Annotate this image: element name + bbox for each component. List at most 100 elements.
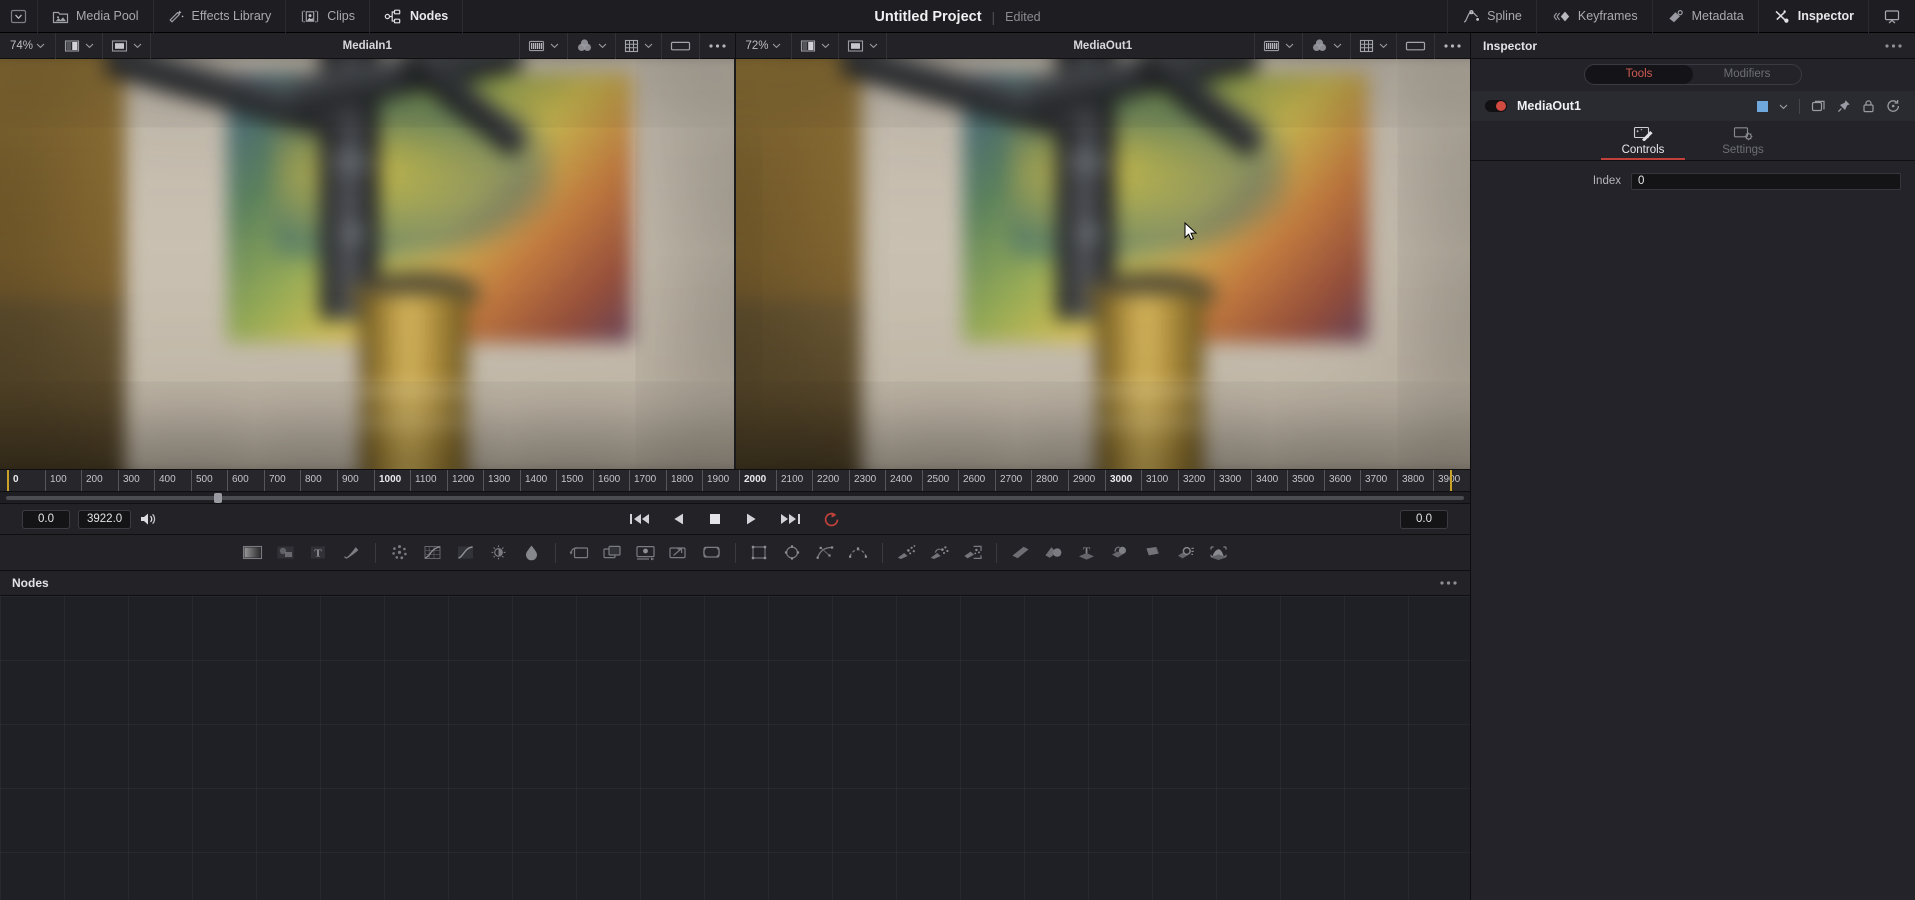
chevron-down-icon[interactable]	[821, 41, 830, 50]
split-view-icon[interactable]	[64, 39, 80, 53]
polygon-mask-tool-button[interactable]	[809, 538, 842, 568]
reset-icon[interactable]	[1886, 99, 1901, 113]
renderer3d-tool-button[interactable]	[1136, 538, 1169, 568]
viewer-layout-icon[interactable]	[111, 39, 128, 53]
particle-tool-button[interactable]	[383, 538, 416, 568]
frame-aspect-icon[interactable]	[670, 39, 691, 53]
particle-spawn-tool-button[interactable]	[923, 538, 956, 568]
skip-back-icon[interactable]	[629, 512, 650, 526]
timeline-range-end-marker[interactable]	[1450, 470, 1452, 491]
grid-icon[interactable]	[624, 39, 639, 53]
bspline-mask-tool-button[interactable]	[842, 538, 875, 568]
left-viewer[interactable]	[0, 59, 736, 469]
lock-icon[interactable]	[1862, 99, 1875, 113]
loop-icon[interactable]	[823, 511, 841, 528]
chevron-down-icon[interactable]	[869, 41, 878, 50]
right-viewer-zoom-control[interactable]: 72%	[736, 32, 792, 59]
paint-tool-button[interactable]	[335, 538, 368, 568]
chevron-down-icon[interactable]	[85, 41, 94, 50]
merge-tool-button[interactable]	[596, 538, 629, 568]
right-viewer-zoom-value: 72%	[745, 39, 769, 52]
index-input[interactable]: 0	[1631, 172, 1901, 190]
shape3d-tool-button[interactable]	[1004, 538, 1037, 568]
chevron-down-icon[interactable]	[133, 41, 142, 50]
color-corrector-tool-button[interactable]	[515, 538, 548, 568]
clips-button[interactable]: Clips	[286, 0, 371, 33]
duration-field[interactable]: 3922.0	[78, 509, 132, 529]
transform-tool-button[interactable]	[563, 538, 596, 568]
node-enable-toggle[interactable]	[1485, 100, 1507, 112]
right-viewer-options-button[interactable]	[1434, 32, 1470, 59]
timeline-ruler[interactable]: 0 100 200 300 400 500 600 700 800 900 1000 1100 1200…	[0, 469, 1470, 491]
rectangle-mask-tool-button[interactable]	[743, 538, 776, 568]
nodes-button[interactable]: Nodes	[370, 0, 464, 33]
inspector-options-button[interactable]	[1884, 43, 1903, 49]
inspector-controls-body: Index 0	[1471, 161, 1915, 900]
duplicate-tool-button[interactable]	[695, 538, 728, 568]
left-viewer-options-button[interactable]	[698, 32, 735, 59]
node-color-swatch[interactable]	[1757, 100, 1768, 112]
color-wheels-icon[interactable]	[576, 38, 593, 53]
play-reverse-icon[interactable]	[672, 512, 686, 526]
subtab-controls[interactable]: Controls	[1593, 126, 1693, 160]
left-viewer-zoom-control[interactable]: 74%	[0, 32, 57, 59]
color-wheels-icon[interactable]	[1311, 38, 1328, 53]
spline-button[interactable]: Spline	[1447, 0, 1536, 33]
metadata-button[interactable]: Metadata	[1651, 0, 1758, 33]
pin-icon[interactable]	[1837, 99, 1851, 113]
effects-library-button[interactable]: Effects Library	[154, 0, 287, 33]
curve-tool-button[interactable]	[449, 538, 482, 568]
media-pool-button[interactable]: Media Pool	[38, 0, 154, 33]
camera3d-tool-button[interactable]	[1103, 538, 1136, 568]
light-tool-button[interactable]	[1169, 538, 1202, 568]
grid-icon[interactable]	[1359, 39, 1374, 53]
chevron-down-icon[interactable]	[598, 41, 607, 50]
timeline-playhead[interactable]	[7, 470, 9, 491]
paint-tool-icon	[342, 544, 361, 561]
out-time-field[interactable]: 0.0	[1400, 509, 1448, 529]
split-view-icon[interactable]	[800, 39, 816, 53]
brightness-contrast-tool-button[interactable]	[482, 538, 515, 568]
tab-modifiers[interactable]: Modifiers	[1693, 65, 1801, 84]
lut-icon[interactable]	[1263, 39, 1280, 53]
text3d-tool-button[interactable]: T	[1070, 538, 1103, 568]
speaker-icon[interactable]	[139, 511, 157, 527]
top-toolbar-right-group: Spline Keyframes Metadata Inspector	[1447, 0, 1915, 33]
collapse-panel-button[interactable]	[1868, 0, 1915, 33]
chevron-down-icon[interactable]	[550, 41, 559, 50]
chevron-down-icon[interactable]	[1285, 41, 1294, 50]
blur-tool-button[interactable]	[269, 538, 302, 568]
play-icon[interactable]	[744, 512, 758, 526]
copy-icon[interactable]	[1811, 99, 1826, 113]
viewer-layout-icon[interactable]	[847, 39, 864, 53]
background-tool-button[interactable]	[236, 538, 269, 568]
merge3d-tool-button[interactable]	[1037, 538, 1070, 568]
lut-icon[interactable]	[528, 39, 545, 53]
timeline-scrollbar[interactable]	[0, 491, 1470, 503]
nodes-panel-options-button[interactable]	[1439, 580, 1458, 586]
image-plane-tool-button[interactable]	[1202, 538, 1235, 568]
node-graph[interactable]: MediaIn1 RemoveNoise1	[0, 596, 1470, 900]
chevron-down-icon[interactable]	[1333, 41, 1342, 50]
skip-forward-icon[interactable]	[780, 512, 801, 526]
resize-tool-button[interactable]	[662, 538, 695, 568]
subtab-settings[interactable]: Settings	[1693, 126, 1793, 160]
particle-emitter-tool-button[interactable]	[890, 538, 923, 568]
frame-aspect-icon[interactable]	[1405, 39, 1426, 53]
page-selector-button[interactable]	[0, 0, 38, 33]
media-out-tool-button[interactable]	[629, 538, 662, 568]
color-curves-tool-button[interactable]	[416, 538, 449, 568]
stop-icon[interactable]	[708, 512, 722, 526]
particle-render-tool-button[interactable]	[956, 538, 989, 568]
chevron-down-icon[interactable]	[1779, 102, 1788, 111]
inspector-button[interactable]: Inspector	[1757, 0, 1868, 33]
chevron-down-icon[interactable]	[1379, 41, 1388, 50]
right-viewer[interactable]	[736, 59, 1470, 469]
chevron-down-icon[interactable]	[644, 41, 653, 50]
scrollbar-thumb[interactable]	[214, 493, 222, 503]
keyframes-button[interactable]: Keyframes	[1535, 0, 1652, 33]
text-tool-button[interactable]: T	[302, 538, 335, 568]
tab-tools[interactable]: Tools	[1585, 64, 1693, 84]
ellipse-mask-tool-button[interactable]	[776, 538, 809, 568]
current-time-field[interactable]: 0.0	[22, 509, 70, 529]
